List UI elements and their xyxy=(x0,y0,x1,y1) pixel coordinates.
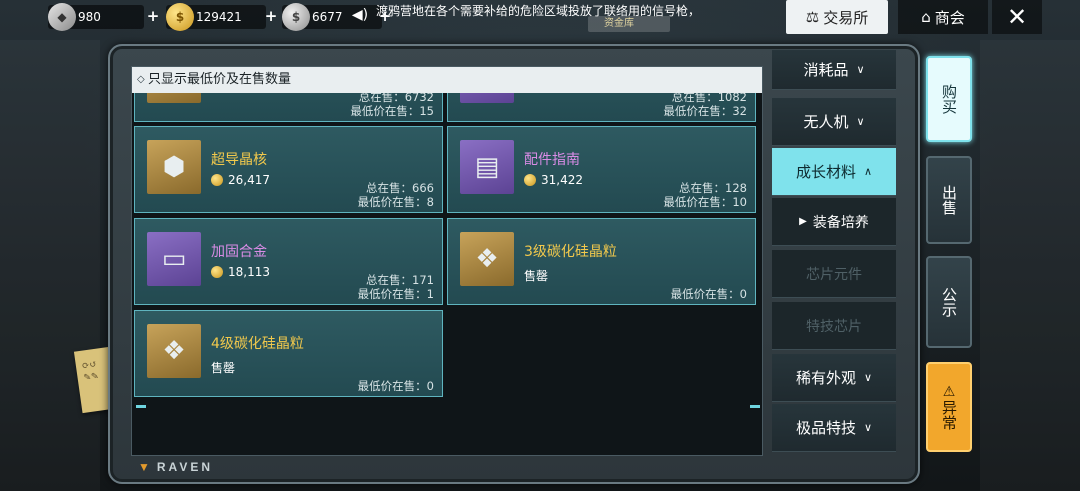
item-lowest-on-sale: 最低价在售：0 xyxy=(357,379,434,393)
silicon-grain-icon: ❖ xyxy=(147,324,201,378)
tab-abnormal[interactable]: ⚠ 异常 xyxy=(926,362,972,452)
item-price-value: 31,422 xyxy=(541,173,583,187)
tab-sell[interactable]: 出售 xyxy=(926,156,972,244)
category-drones[interactable]: 无人机 ∨ xyxy=(772,98,896,146)
gold-coin-icon xyxy=(211,266,223,278)
selected-triangle-icon: ▶ xyxy=(799,216,807,227)
tab-public-label: 公示 xyxy=(940,287,958,317)
item-price-value: 26,417 xyxy=(228,173,270,187)
item-lowest-on-sale: 最低价在售：1 xyxy=(357,287,434,301)
tab-buy[interactable]: 购买 xyxy=(926,56,972,142)
item-lowest-on-sale: 最低价在售：32 xyxy=(663,104,747,118)
tab-buy-label: 购买 xyxy=(940,84,958,114)
category-label: 无人机 xyxy=(803,113,849,131)
item-name: 3级碳化硅晶粒 xyxy=(524,244,617,260)
category-label: 极品特技 xyxy=(795,419,856,437)
home-icon: ⌂ xyxy=(921,8,931,26)
raven-v-icon: ▼ xyxy=(138,460,153,474)
category-label: 特技芯片 xyxy=(806,318,862,335)
alloy-plate-icon: ▭ xyxy=(147,232,201,286)
item-card-silicon-grain-lv4[interactable]: ❖ 4级碳化硅晶粒 售罄 最低价在售：0 xyxy=(134,310,443,397)
chevron-down-icon: ∨ xyxy=(856,115,865,128)
item-name: 4级碳化硅晶粒 xyxy=(211,336,304,352)
exchange-label: 交易所 xyxy=(823,8,869,27)
brand-label: RAVEN xyxy=(156,460,214,474)
category-label: 芯片元件 xyxy=(806,266,862,283)
category-growth-materials[interactable]: 成长材料 ∧ xyxy=(772,148,896,196)
background-shelf-right xyxy=(980,40,1080,491)
tab-public[interactable]: 公示 xyxy=(926,256,972,348)
vault-button[interactable]: 资金库 xyxy=(588,16,670,32)
item-lowest-on-sale: 最低价在售：0 xyxy=(670,287,747,301)
category-label: 稀有外观 xyxy=(795,369,856,387)
add-gold-button[interactable]: + xyxy=(264,8,278,24)
item-lowest-on-sale: 最低价在售：10 xyxy=(663,195,747,209)
gold-coin-icon xyxy=(211,174,223,186)
item-card-silicon-grain-lv3[interactable]: ❖ 3级碳化硅晶粒 售罄 最低价在售：0 xyxy=(447,218,756,305)
tab-sell-label: 出售 xyxy=(940,185,958,215)
exchange-button[interactable]: ⚖ 交易所 xyxy=(786,0,888,34)
currency-silver-value: 6677 xyxy=(312,10,343,24)
item-lowest-on-sale: 最低价在售：8 xyxy=(357,195,434,209)
item-card-reinforced-alloy[interactable]: ▭ 加固合金 18,113 总在售：171 最低价在售：1 xyxy=(134,218,443,305)
subcategory-skill-chips[interactable]: 特技芯片 xyxy=(772,302,896,350)
item-price: 26,417 xyxy=(211,173,270,187)
currency-gold: $ 129421 xyxy=(166,3,266,31)
scale-icon: ⚖ xyxy=(805,8,820,26)
tab-abnormal-label: 异常 xyxy=(940,400,958,430)
close-button[interactable]: ✕ xyxy=(992,0,1042,34)
item-price: 31,422 xyxy=(524,173,583,187)
scroll-marker-right xyxy=(750,405,760,408)
item-name: 配件指南 xyxy=(524,152,580,168)
crystal-core-icon: ⬢ xyxy=(147,140,201,194)
item-list[interactable]: ◇ 只显示最低价及在售数量 ▰ 总在售：6732 最低价在售：15 ▰ 总在售：… xyxy=(131,66,763,456)
filter-label: 只显示最低价及在售数量 xyxy=(148,72,292,87)
announcement-marquee: 渡鸦营地在各个需要补给的危险区域投放了联络用的信号枪， xyxy=(376,4,701,18)
item-name: 加固合金 xyxy=(211,244,267,260)
item-card-superconductor-core[interactable]: ⬢ 超导晶核 26,417 总在售：666 最低价在售：8 xyxy=(134,126,443,213)
item-card-accessory-guide[interactable]: ▤ 配件指南 31,422 总在售：128 最低价在售：10 xyxy=(447,126,756,213)
gold-coin-icon: $ xyxy=(166,3,194,31)
chevron-down-icon: ∨ xyxy=(863,371,873,384)
warning-icon: ⚠ xyxy=(942,384,956,400)
category-consumables[interactable]: 消耗品 ∨ xyxy=(772,50,896,90)
category-rare-cosmetics[interactable]: 稀有外观 ∨ xyxy=(772,354,896,402)
chevron-up-icon: ∧ xyxy=(863,165,873,178)
category-label: 成长材料 xyxy=(795,163,856,181)
gold-coin-icon xyxy=(524,174,536,186)
diamond-bullet-icon: ◇ xyxy=(137,74,145,85)
item-lowest-on-sale: 最低价在售：15 xyxy=(350,104,434,118)
guild-label: 商会 xyxy=(934,8,965,27)
sold-out-label: 售罄 xyxy=(524,269,549,283)
close-icon: ✕ xyxy=(1006,3,1028,31)
item-price-value: 18,113 xyxy=(228,265,270,279)
silicon-grain-icon: ❖ xyxy=(460,232,514,286)
guild-button[interactable]: ⌂ 商会 xyxy=(898,0,988,34)
guide-book-icon: ▤ xyxy=(460,140,514,194)
item-price: 18,113 xyxy=(211,265,270,279)
background-shelf-left xyxy=(0,40,100,491)
raven-logo: ▼ RAVEN xyxy=(138,460,213,474)
speaker-icon: ◀) xyxy=(351,7,369,23)
filter-toggle[interactable]: ◇ 只显示最低价及在售数量 xyxy=(132,67,762,93)
sold-out-label: 售罄 xyxy=(211,361,236,375)
currency-diamond-value: 980 xyxy=(78,10,101,24)
diamond-icon: ◆ xyxy=(48,3,76,31)
category-label: 消耗品 xyxy=(803,61,849,79)
category-premium-skills[interactable]: 极品特技 ∨ xyxy=(772,404,896,452)
vault-label: 资金库 xyxy=(604,18,634,29)
scroll-marker-left xyxy=(136,405,146,408)
item-name: 超导晶核 xyxy=(211,152,267,168)
currency-diamond: ◆ 980 xyxy=(48,3,144,31)
subcategory-equipment-training[interactable]: ▶ 装备培养 xyxy=(772,198,896,246)
silver-coin-icon: $ xyxy=(282,3,310,31)
currency-gold-value: 129421 xyxy=(196,10,242,24)
subcategory-chip-components[interactable]: 芯片元件 xyxy=(772,250,896,298)
category-label: 装备培养 xyxy=(812,214,869,231)
add-diamond-button[interactable]: + xyxy=(146,8,160,24)
top-bar: ◆ 980 + $ 129421 + $ 6677 + ◀) 渡鸦营地在各个需要… xyxy=(0,0,1080,34)
chevron-down-icon: ∨ xyxy=(856,63,865,76)
chevron-down-icon: ∨ xyxy=(863,421,873,434)
